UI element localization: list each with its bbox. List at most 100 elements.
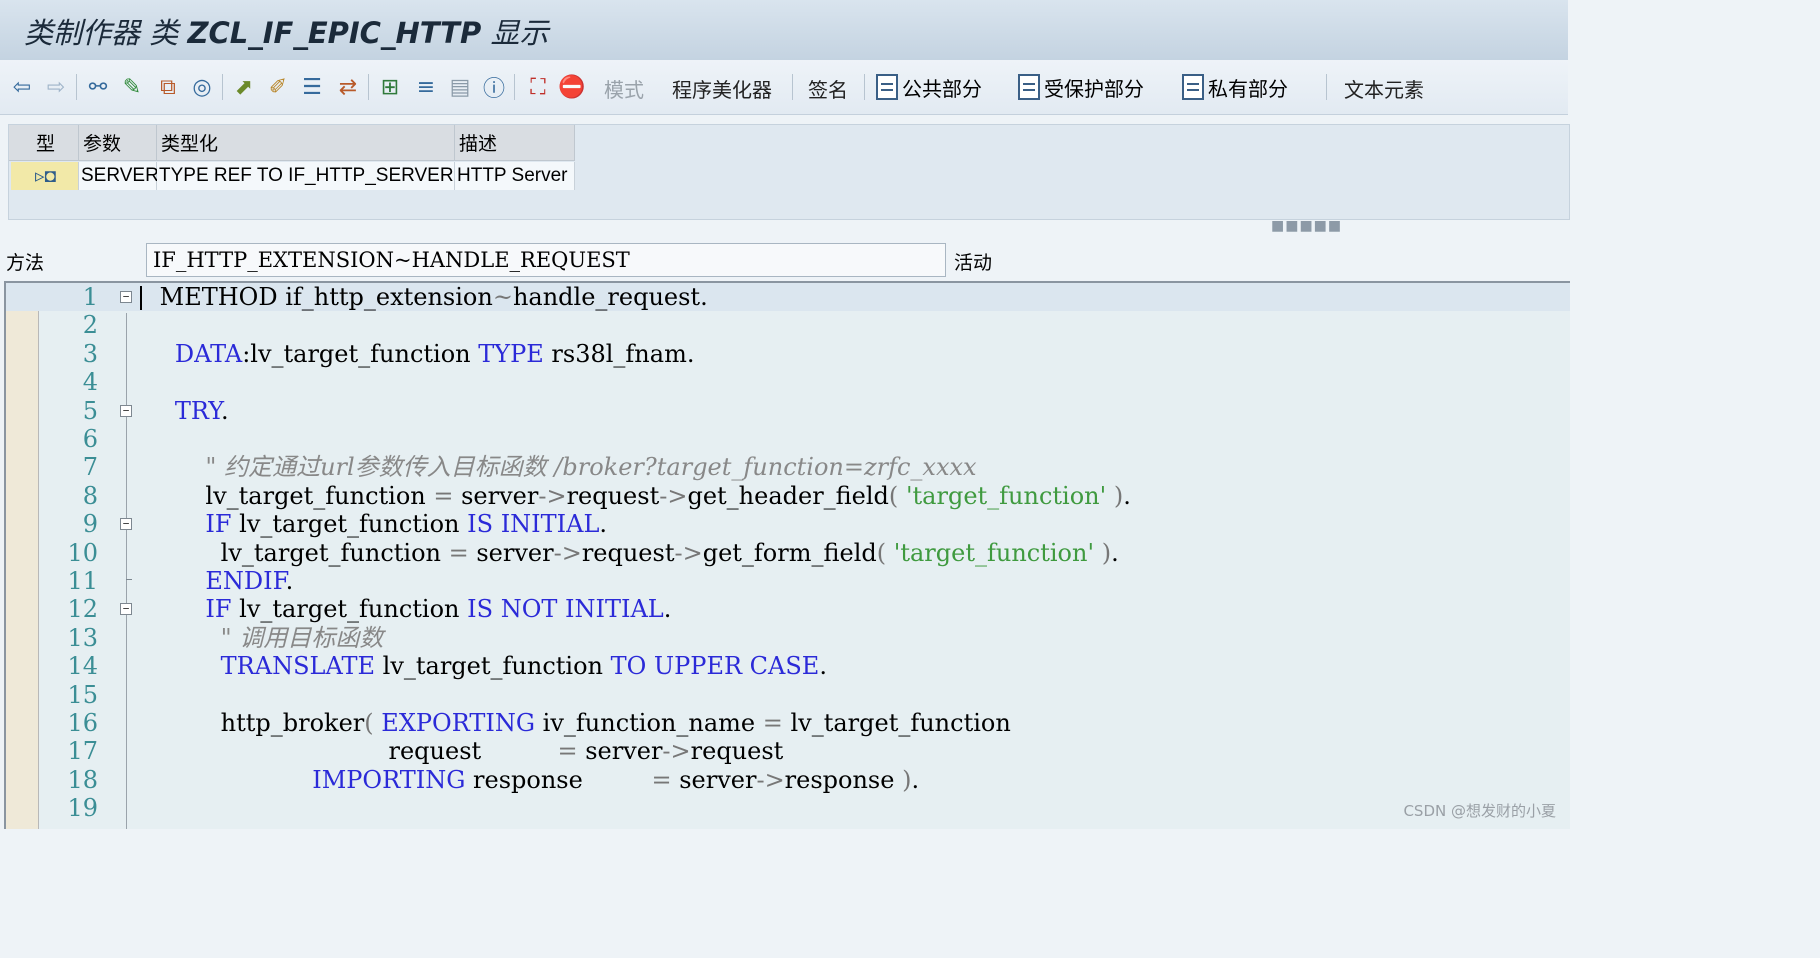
activation-status: 活动 <box>954 252 993 274</box>
text-cursor <box>140 286 142 310</box>
code-line[interactable]: 1 − METHOD if_http_extension~handle_reque… <box>6 283 1570 312</box>
resize-handle[interactable]: ■■■■■ <box>1271 218 1342 234</box>
code-line[interactable]: 15 <box>6 681 1570 709</box>
activate-icon[interactable]: ◎ <box>188 73 216 101</box>
code-text[interactable]: " 调用目标函数 <box>152 624 384 652</box>
line-number: 7 <box>82 453 98 482</box>
line-number: 10 <box>67 538 98 567</box>
code-text[interactable]: DATA:lv_target_function TYPE rs38l_fnam. <box>152 340 695 368</box>
protected-section-button[interactable]: 受保护部分 <box>1018 72 1144 102</box>
collapse-icon[interactable]: − <box>120 291 132 303</box>
navigation-window-icon[interactable]: ⇄ <box>334 73 362 101</box>
code-line[interactable]: 11 ENDIF. <box>6 567 1570 595</box>
check-icon[interactable]: ⧉ <box>154 73 182 101</box>
column-header-parameter[interactable]: 参数 <box>79 125 157 161</box>
line-number: 19 <box>67 794 98 823</box>
code-line[interactable]: 12 − IF lv_target_function IS NOT INITIAL… <box>6 595 1570 623</box>
param-typing-cell[interactable]: TYPE REF TO IF_HTTP_SERVER <box>157 162 455 190</box>
code-line[interactable]: 2 <box>6 311 1570 339</box>
title-bar: 类制作器 类 ZCL_IF_EPIC_HTTP 显示 <box>0 0 1568 61</box>
code-line[interactable]: 17 request = server->request <box>6 737 1570 765</box>
collapse-icon[interactable]: − <box>120 518 132 531</box>
code-text[interactable]: IMPORTING response = server->response ). <box>152 766 919 794</box>
line-number: 9 <box>82 510 98 539</box>
importing-icon[interactable]: ▹◘ <box>11 162 79 190</box>
collapse-icon[interactable]: − <box>120 603 132 616</box>
code-line[interactable]: 8 lv_target_function = server->request->… <box>6 482 1570 510</box>
code-text[interactable]: http_broker( EXPORTING iv_function_name … <box>152 709 1011 737</box>
forward-icon[interactable]: ⇨ <box>42 73 70 101</box>
code-text[interactable]: METHOD if_http_extension~handle_request. <box>152 283 708 311</box>
mode-button: 模式 <box>604 78 644 102</box>
back-icon[interactable]: ⇦ <box>8 73 36 101</box>
line-number: 3 <box>82 339 98 368</box>
code-text[interactable]: TRY. <box>152 397 229 425</box>
watermark: CSDN @想发财的小夏 <box>1403 802 1556 820</box>
document-icon <box>1018 74 1040 100</box>
param-description-cell[interactable]: HTTP Server <box>455 162 575 190</box>
code-text[interactable]: lv_target_function = server->request->ge… <box>152 539 1119 567</box>
line-number: 8 <box>82 481 98 510</box>
debug-icon[interactable]: ⛶ <box>524 73 552 101</box>
code-line[interactable]: 3 DATA:lv_target_function TYPE rs38l_fna… <box>6 340 1570 368</box>
code-text[interactable]: IF lv_target_function IS INITIAL. <box>152 510 607 538</box>
line-number: 1 <box>82 283 98 311</box>
code-line[interactable]: 5 − TRY. <box>6 397 1570 425</box>
line-number: 16 <box>67 709 98 737</box>
line-number: 12 <box>67 595 98 624</box>
code-line[interactable]: 10 lv_target_function = server->request-… <box>6 539 1570 567</box>
private-section-button[interactable]: 私有部分 <box>1182 72 1288 102</box>
column-header-typing[interactable]: 类型化 <box>157 125 455 161</box>
document-icon <box>876 74 898 100</box>
code-text[interactable]: TRANSLATE lv_target_function TO UPPER CA… <box>152 652 827 680</box>
collapse-icon[interactable]: − <box>120 404 132 417</box>
where-used-list-icon[interactable]: ✐ <box>264 73 292 101</box>
code-line[interactable]: 7 " 约定通过url参数传入目标函数 /broker?target_funct… <box>6 453 1570 481</box>
line-number: 13 <box>67 623 98 652</box>
line-number: 4 <box>82 368 98 397</box>
code-text[interactable]: request = server->request <box>152 737 783 765</box>
hierarchy-icon[interactable]: ⊞ <box>376 73 404 101</box>
other-object-icon[interactable]: ⚯ <box>84 73 112 101</box>
code-line[interactable]: 18 IMPORTING response = server->response… <box>6 766 1570 794</box>
code-line[interactable]: 4 <box>6 368 1570 396</box>
public-section-button[interactable]: 公共部分 <box>876 72 982 102</box>
layout-icon[interactable]: ▤ <box>446 73 474 101</box>
code-line[interactable]: 13 " 调用目标函数 <box>6 624 1570 652</box>
line-number: 14 <box>67 652 98 681</box>
code-line[interactable]: 9 − IF lv_target_function IS INITIAL. <box>6 510 1570 538</box>
document-icon <box>1182 74 1204 100</box>
fold-end-marker <box>126 579 132 580</box>
text-elements-button[interactable]: 文本元素 <box>1344 74 1424 103</box>
line-number: 11 <box>67 567 98 595</box>
code-text[interactable]: lv_target_function = server->request->ge… <box>152 482 1131 510</box>
line-number: 17 <box>67 737 98 766</box>
signature-button[interactable]: 签名 <box>808 74 848 103</box>
code-text[interactable]: " 约定通过url参数传入目标函数 /broker?target_functio… <box>152 453 976 481</box>
info-icon[interactable]: ⓘ <box>480 73 508 102</box>
code-line[interactable]: 14 TRANSLATE lv_target_function TO UPPER… <box>6 652 1570 680</box>
line-number: 15 <box>67 680 98 709</box>
method-label: 方法 <box>6 252 45 274</box>
display-object-list-icon[interactable]: ≡ <box>412 73 440 101</box>
code-text[interactable]: ENDIF. <box>152 567 293 595</box>
abap-code-editor[interactable]: 1 − METHOD if_http_extension~handle_reque… <box>4 281 1570 829</box>
line-number: 2 <box>82 311 98 340</box>
param-name-cell[interactable]: SERVER <box>79 162 159 190</box>
column-header-description[interactable]: 描述 <box>455 125 575 161</box>
object-list-icon[interactable]: ☰ <box>298 73 326 101</box>
column-header-type[interactable]: 型 <box>9 125 79 161</box>
method-field[interactable]: IF_HTTP_EXTENSION~HANDLE_REQUEST <box>146 243 946 277</box>
application-toolbar: ⇦ ⇨ ⚯ ✎ ⧉ ◎ ⬈ ✐ ☰ ⇄ ⊞ ≡ ▤ ⓘ ⛶ ⛔ 模式 程序美化器… <box>0 60 1568 115</box>
parameter-table: 型 参数 类型化 描述 ▹◘ SERVER TYPE REF TO IF_HTT… <box>8 124 1570 234</box>
code-line[interactable]: 19 <box>6 794 1570 822</box>
display-change-icon[interactable]: ✎ <box>118 73 146 101</box>
stop-icon[interactable]: ⛔ <box>558 73 586 101</box>
where-used-icon[interactable]: ⬈ <box>230 73 258 101</box>
pretty-printer-button[interactable]: 程序美化器 <box>672 74 772 103</box>
code-line[interactable]: 16 http_broker( EXPORTING iv_function_na… <box>6 709 1570 737</box>
code-line[interactable]: 6 <box>6 425 1570 453</box>
line-number: 18 <box>67 765 98 794</box>
code-text[interactable]: IF lv_target_function IS NOT INITIAL. <box>152 595 671 623</box>
window-title: 类制作器 类 ZCL_IF_EPIC_HTTP 显示 <box>24 16 549 50</box>
